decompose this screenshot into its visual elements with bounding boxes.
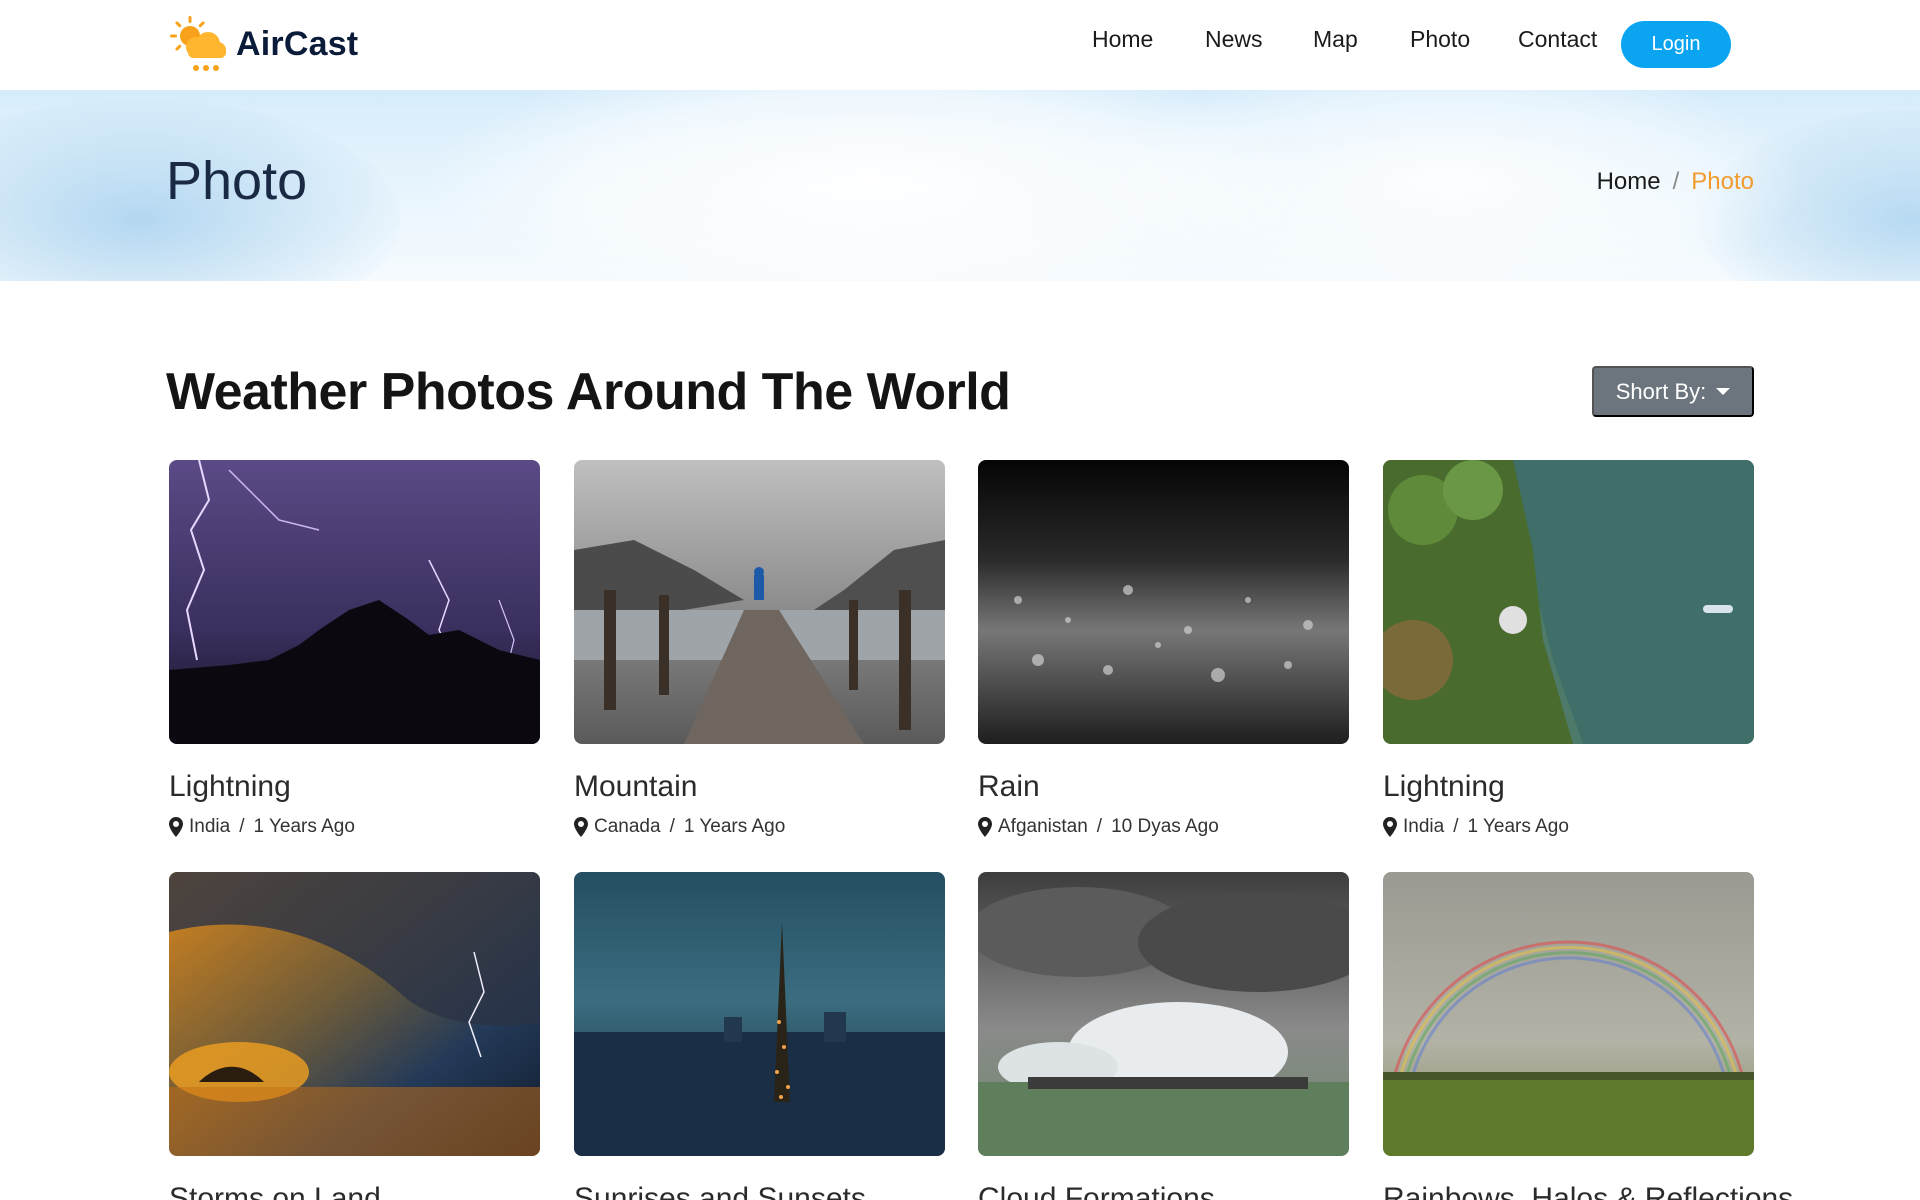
brand-name: AirCast (236, 24, 359, 63)
cloud-wave-photo-image (978, 872, 1349, 1156)
storm-photo-image (169, 872, 540, 1156)
sort-dropdown-button[interactable]: Short By: (1592, 366, 1754, 417)
card-title[interactable]: Lightning (1383, 770, 1754, 804)
nav-photo[interactable]: Photo (1410, 26, 1470, 53)
photo-card[interactable]: Rain Afganistan / 10 Dyas Ago (978, 460, 1349, 838)
rainbow-photo-image (1383, 872, 1754, 1156)
card-time: 1 Years Ago (683, 816, 786, 837)
breadcrumb: Home / Photo (1597, 168, 1754, 196)
photo-thumbnail[interactable] (978, 460, 1349, 744)
photo-card[interactable]: Mountain Canada / 1 Years Ago (574, 460, 945, 838)
cliff-water-photo-image (1383, 460, 1754, 744)
brand-logo[interactable]: AirCast (166, 14, 358, 74)
photo-card[interactable]: Lightning India / 1 Years Ago (169, 460, 540, 838)
nav-contact[interactable]: Contact (1518, 26, 1597, 53)
photo-thumbnail[interactable] (1383, 460, 1754, 744)
card-title[interactable]: Rain (978, 770, 1349, 804)
page-banner: Photo Home / Photo (0, 90, 1920, 281)
card-location: Afganistan (998, 816, 1088, 837)
card-title[interactable]: Mountain (574, 770, 945, 804)
card-title[interactable]: Rainbows, Halos & Reflections (1383, 1182, 1793, 1200)
photo-card[interactable]: Cloud Formations (978, 872, 1349, 1200)
sun-cloud-rain-icon (170, 16, 226, 71)
card-time: 10 Dyas Ago (1111, 816, 1219, 837)
map-pin-icon (1383, 817, 1397, 837)
meta-separator: / (669, 816, 675, 837)
card-location: India (1403, 816, 1445, 837)
card-time: 1 Years Ago (253, 816, 355, 837)
breadcrumb-home[interactable]: Home (1597, 168, 1661, 196)
photo-card[interactable]: Lightning India / 1 Years Ago (1383, 460, 1754, 838)
section-title: Weather Photos Around The World (166, 363, 1011, 421)
mountain-photo-image (574, 460, 945, 744)
rain-photo-image (978, 460, 1349, 744)
card-meta: India / 1 Years Ago (1383, 816, 1754, 838)
meta-separator: / (1096, 816, 1103, 837)
photo-thumbnail[interactable] (978, 872, 1349, 1156)
photo-card[interactable]: Sunrises and Sunsets (574, 872, 945, 1200)
card-meta: India / 1 Years Ago (169, 816, 540, 838)
login-button[interactable]: Login (1621, 21, 1731, 68)
map-pin-icon (169, 817, 183, 837)
photo-thumbnail[interactable] (169, 460, 540, 744)
card-title[interactable]: Sunrises and Sunsets (574, 1182, 945, 1200)
card-time: 1 Years Ago (1467, 816, 1569, 837)
nav-map[interactable]: Map (1313, 26, 1358, 53)
meta-separator: / (239, 816, 245, 837)
card-title[interactable]: Lightning (169, 770, 540, 804)
photo-thumbnail[interactable] (169, 872, 540, 1156)
lightning-photo-image (169, 460, 540, 744)
card-meta: Canada / 1 Years Ago (574, 816, 945, 838)
photo-thumbnail[interactable] (1383, 872, 1754, 1156)
photo-card[interactable]: Storms on Land (169, 872, 540, 1200)
caret-down-icon (1716, 388, 1731, 395)
card-location: Canada (594, 816, 661, 837)
photo-thumbnail[interactable] (574, 460, 945, 744)
meta-separator: / (1453, 816, 1459, 837)
sort-label: Short By: (1615, 378, 1707, 404)
card-title[interactable]: Cloud Formations (978, 1182, 1349, 1200)
nav-news[interactable]: News (1205, 26, 1263, 53)
page-title: Photo (166, 151, 308, 211)
navbar: AirCast Home News Map Photo Contact Logi… (0, 0, 1920, 90)
card-location: India (189, 816, 231, 837)
breadcrumb-current: Photo (1691, 168, 1754, 195)
map-pin-icon (978, 817, 992, 837)
nav-home[interactable]: Home (1092, 26, 1153, 53)
card-title[interactable]: Storms on Land (169, 1182, 540, 1200)
photo-card[interactable]: Rainbows, Halos & Reflections (1383, 872, 1793, 1200)
city-sunset-photo-image (574, 872, 945, 1156)
card-meta: Afganistan / 10 Dyas Ago (978, 816, 1349, 838)
photo-thumbnail[interactable] (574, 872, 945, 1156)
breadcrumb-separator: / (1672, 168, 1680, 195)
map-pin-icon (574, 817, 588, 837)
